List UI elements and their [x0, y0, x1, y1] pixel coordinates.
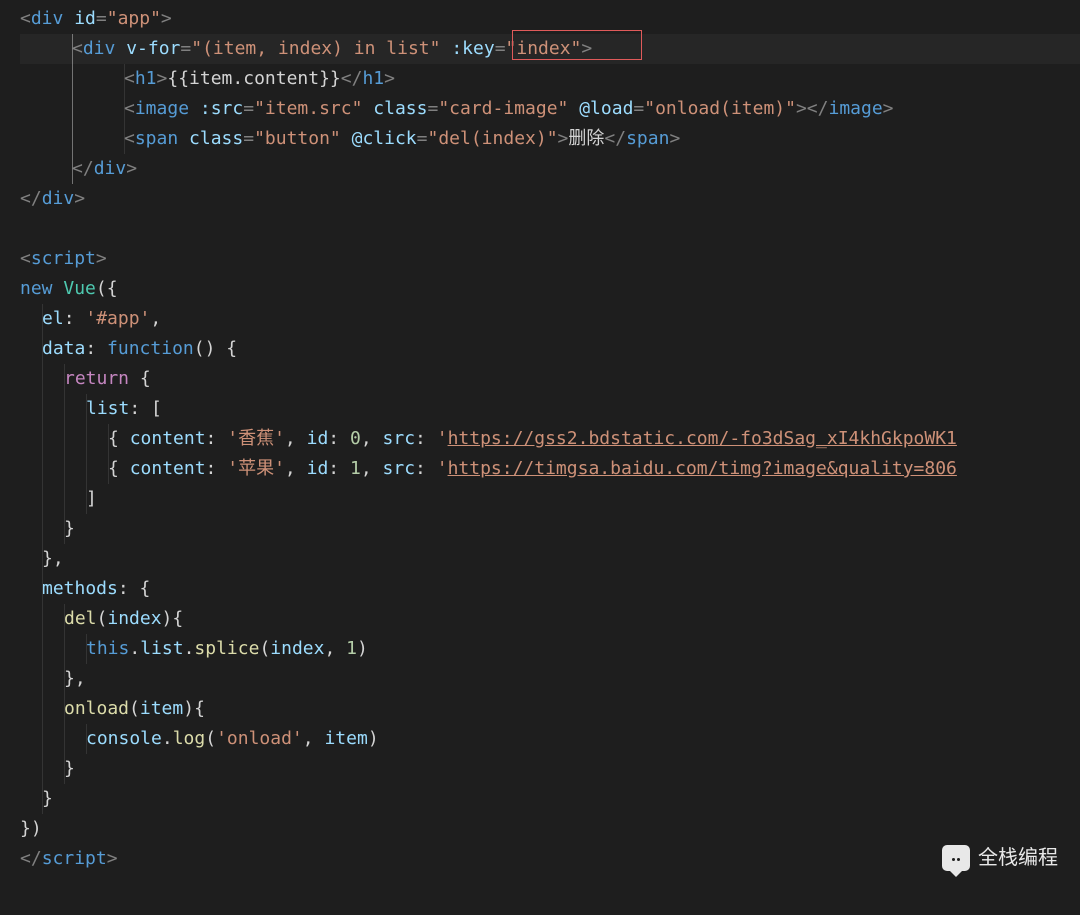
code-line[interactable]: ]: [20, 484, 1080, 514]
code-line[interactable]: </script>: [20, 844, 1080, 874]
code-line[interactable]: el: '#app',: [20, 304, 1080, 334]
code-line[interactable]: <h1>{{item.content}}</h1>: [20, 64, 1080, 94]
code-line[interactable]: },: [20, 544, 1080, 574]
watermark-text: 全栈编程: [978, 843, 1058, 873]
code-line[interactable]: }): [20, 814, 1080, 844]
code-line[interactable]: data: function() {: [20, 334, 1080, 364]
code-line[interactable]: <span class="button" @click="del(index)"…: [20, 124, 1080, 154]
code-line[interactable]: <div id="app">: [20, 4, 1080, 34]
code-line[interactable]: }: [20, 754, 1080, 784]
code-line[interactable]: return {: [20, 364, 1080, 394]
code-line[interactable]: },: [20, 664, 1080, 694]
code-line[interactable]: methods: {: [20, 574, 1080, 604]
wechat-icon: [942, 845, 970, 871]
code-line[interactable]: <script>: [20, 244, 1080, 274]
code-line[interactable]: { content: '苹果', id: 1, src: 'https://ti…: [20, 454, 1080, 484]
code-line[interactable]: console.log('onload', item): [20, 724, 1080, 754]
code-line[interactable]: </div>: [20, 154, 1080, 184]
code-line[interactable]: }: [20, 784, 1080, 814]
code-line[interactable]: new Vue({: [20, 274, 1080, 304]
code-line[interactable]: </div>: [20, 184, 1080, 214]
code-line[interactable]: <div v-for="(item, index) in list" :key=…: [20, 34, 1080, 64]
code-line[interactable]: { content: '香蕉', id: 0, src: 'https://gs…: [20, 424, 1080, 454]
code-line[interactable]: [20, 214, 1080, 244]
code-line[interactable]: del(index){: [20, 604, 1080, 634]
code-line[interactable]: this.list.splice(index, 1): [20, 634, 1080, 664]
code-line[interactable]: <image :src="item.src" class="card-image…: [20, 94, 1080, 124]
code-line[interactable]: list: [: [20, 394, 1080, 424]
code-editor[interactable]: <div id="app"><div v-for="(item, index) …: [0, 0, 1080, 874]
code-line[interactable]: onload(item){: [20, 694, 1080, 724]
code-line[interactable]: }: [20, 514, 1080, 544]
watermark: 全栈编程: [942, 843, 1058, 873]
